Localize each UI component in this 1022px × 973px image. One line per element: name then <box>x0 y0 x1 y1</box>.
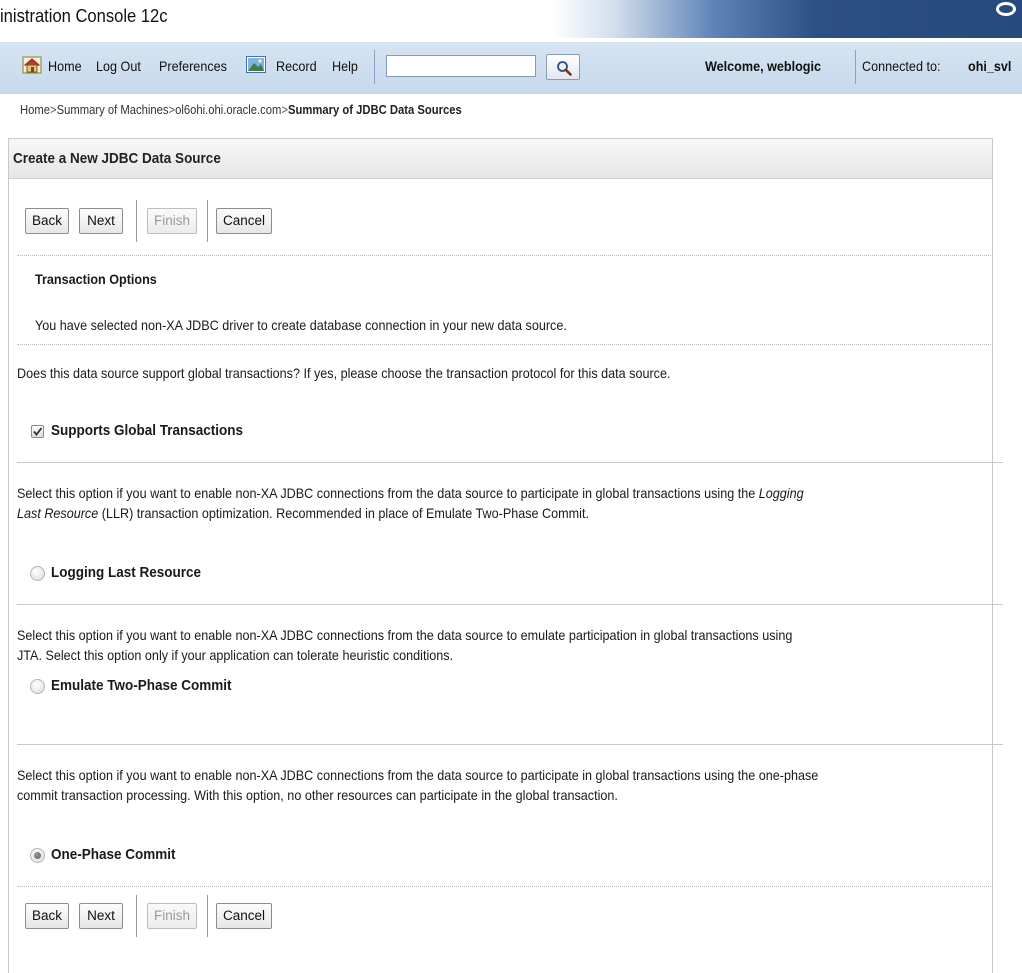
connected-domain: ohi_svl <box>968 58 1012 74</box>
llr-description-line1: Select this option if you want to enable… <box>17 483 804 503</box>
section-title: Transaction Options <box>35 271 157 287</box>
button-divider <box>207 895 208 937</box>
help-link[interactable]: Help <box>332 58 358 74</box>
toolbar-divider <box>855 50 856 84</box>
console-title: inistration Console 12c <box>0 6 168 26</box>
emulate-label[interactable]: Emulate Two-Phase Commit <box>51 677 232 694</box>
button-divider <box>136 895 137 937</box>
panel-title: Create a New JDBC Data Source <box>13 150 221 167</box>
llr-desc-text: Select this option if you want to enable… <box>17 485 759 501</box>
one-phase-label[interactable]: One-Phase Commit <box>51 846 176 863</box>
breadcrumb-machine[interactable]: ol6ohi.ohi.oracle.com <box>175 103 281 117</box>
divider <box>17 344 993 345</box>
llr-description-line2: Last Resource (LLR) transaction optimiza… <box>17 503 589 523</box>
breadcrumb-current[interactable]: Summary of JDBC Data Sources <box>288 103 462 117</box>
llr-radio[interactable] <box>30 566 45 581</box>
llr-desc-italic: Last Resource <box>17 505 99 521</box>
divider <box>17 255 993 256</box>
search-button[interactable] <box>546 54 580 80</box>
supports-global-checkbox[interactable] <box>31 425 44 438</box>
title-banner: inistration Console 12c <box>0 0 1022 38</box>
next-button[interactable]: Next <box>79 208 123 234</box>
llr-label[interactable]: Logging Last Resource <box>51 564 201 581</box>
emulate-description-line1: Select this option if you want to enable… <box>17 627 793 643</box>
llr-desc-italic: Logging <box>758 485 804 501</box>
logout-link[interactable]: Log Out <box>96 58 141 74</box>
supports-global-label[interactable]: Supports Global Transactions <box>51 422 243 439</box>
divider <box>17 604 1003 605</box>
cancel-button[interactable]: Cancel <box>216 208 272 234</box>
global-tx-question: Does this data source support global tra… <box>17 365 671 381</box>
toolbar-divider <box>374 50 375 84</box>
breadcrumb-home[interactable]: Home <box>20 103 50 117</box>
driver-note: You have selected non-XA JDBC driver to … <box>35 317 567 333</box>
next-button-bottom[interactable]: Next <box>79 903 123 929</box>
search-input[interactable] <box>386 55 536 77</box>
global-toolbar: Home Log Out Preferences Record Help Wel… <box>0 42 1022 94</box>
create-datasource-panel: Create a New JDBC Data Source Back Next … <box>8 138 1003 973</box>
finish-button[interactable]: Finish <box>147 208 197 234</box>
checkmark-icon <box>33 427 43 436</box>
finish-button-bottom[interactable]: Finish <box>147 903 197 929</box>
record-icon[interactable] <box>246 56 266 73</box>
record-link[interactable]: Record <box>276 58 317 74</box>
emulate-description-line2: JTA. Select this option only if your app… <box>17 647 454 663</box>
home-link[interactable]: Home <box>48 58 82 74</box>
llr-desc-text: (LLR) transaction optimization. Recommen… <box>98 505 589 521</box>
one-phase-description-line1: Select this option if you want to enable… <box>17 767 819 783</box>
one-phase-description-line2: commit transaction processing. With this… <box>17 787 618 803</box>
divider <box>17 462 1003 463</box>
back-button-bottom[interactable]: Back <box>25 903 69 929</box>
panel-header: Create a New JDBC Data Source <box>9 139 992 179</box>
home-icon[interactable] <box>22 56 42 74</box>
one-phase-radio[interactable] <box>30 848 45 863</box>
welcome-text: Welcome, weblogic <box>705 58 822 74</box>
cancel-button-bottom[interactable]: Cancel <box>216 903 272 929</box>
divider <box>17 886 993 887</box>
breadcrumb-summary-machines[interactable]: Summary of Machines <box>57 103 169 117</box>
divider <box>17 744 1003 745</box>
preferences-link[interactable]: Preferences <box>159 58 227 74</box>
back-button[interactable]: Back <box>25 208 69 234</box>
emulate-radio[interactable] <box>30 679 45 694</box>
connected-label: Connected to: <box>862 58 941 74</box>
breadcrumb: Home>Summary of Machines>ol6ohi.ohi.orac… <box>20 103 462 117</box>
oracle-logo-icon <box>996 2 1016 16</box>
button-divider <box>207 200 208 242</box>
search-icon <box>557 61 572 76</box>
button-divider <box>136 200 137 242</box>
